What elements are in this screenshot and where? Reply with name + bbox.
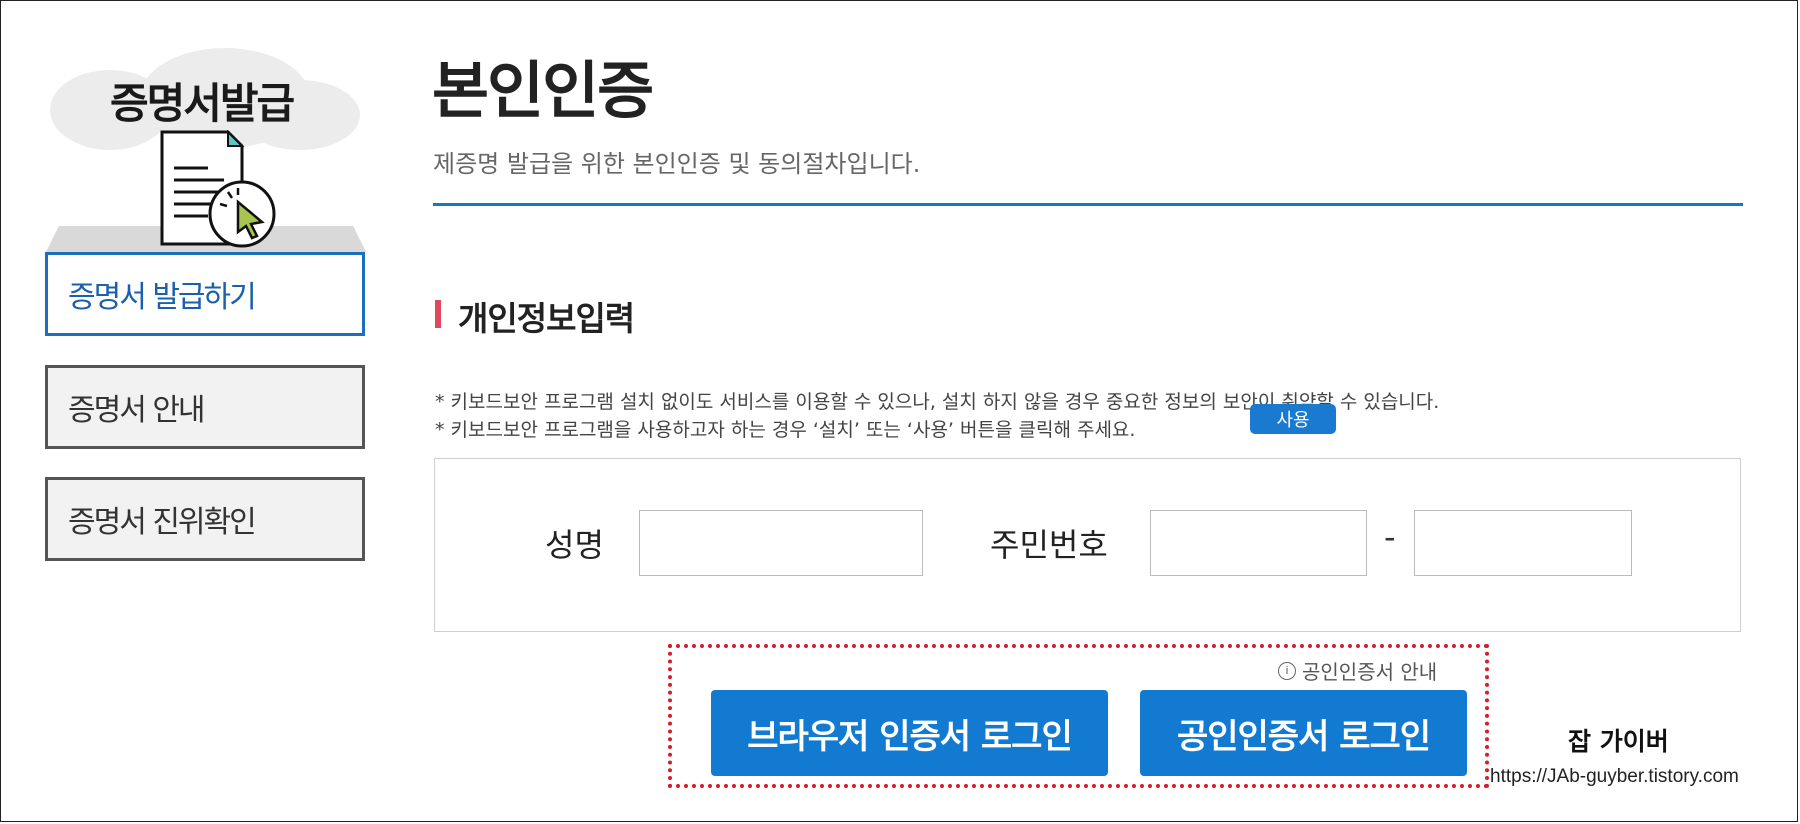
cert-info-link[interactable]: i 공인인증서 안내 — [1278, 656, 1437, 685]
sidebar-item-label: 증명서 발급하기 — [68, 280, 257, 315]
sidebar-item-certificate-guide[interactable]: 증명서 안내 — [45, 365, 365, 449]
title-divider — [433, 203, 1743, 206]
document-cursor-icon — [160, 130, 276, 248]
page-title: 본인인증 — [432, 54, 654, 127]
watermark-title: 잡 가이버 — [1568, 727, 1669, 756]
page-subtitle: 제증명 발급을 위한 본인인증 및 동의절차입니다. — [433, 150, 921, 178]
section-title: 개인정보입력 — [458, 299, 635, 338]
ssn-label: 주민번호 — [990, 526, 1108, 564]
sidebar-item-label: 증명서 안내 — [68, 393, 206, 428]
name-input[interactable] — [639, 510, 923, 576]
watermark-url: https://JAb-guyber.tistory.com — [1490, 766, 1739, 787]
sidebar-item-verify-certificate[interactable]: 증명서 진위확인 — [45, 477, 365, 561]
browser-cert-login-button[interactable]: 브라우저 인증서 로그인 — [711, 690, 1108, 776]
ssn-front-input[interactable] — [1150, 510, 1367, 576]
name-label: 성명 — [545, 526, 604, 564]
public-cert-login-button[interactable]: 공인인증서 로그인 — [1140, 690, 1467, 776]
cert-info-label: 공인인증서 안내 — [1302, 660, 1438, 684]
section-marker — [435, 300, 441, 328]
sidebar-title: 증명서발급 — [110, 79, 295, 128]
use-keyboard-security-button[interactable]: 사용 — [1250, 404, 1336, 434]
security-notice-2: * 키보드보안 프로그램을 사용하고자 하는 경우 ‘설치’ 또는 ‘사용’ 버… — [435, 419, 1136, 441]
ssn-separator: - — [1384, 518, 1396, 556]
info-circle-icon: i — [1278, 661, 1296, 680]
sidebar-item-issue-certificate[interactable]: 증명서 발급하기 — [45, 252, 365, 336]
sidebar-item-label: 증명서 진위확인 — [68, 505, 257, 540]
ssn-back-input[interactable] — [1414, 510, 1632, 576]
